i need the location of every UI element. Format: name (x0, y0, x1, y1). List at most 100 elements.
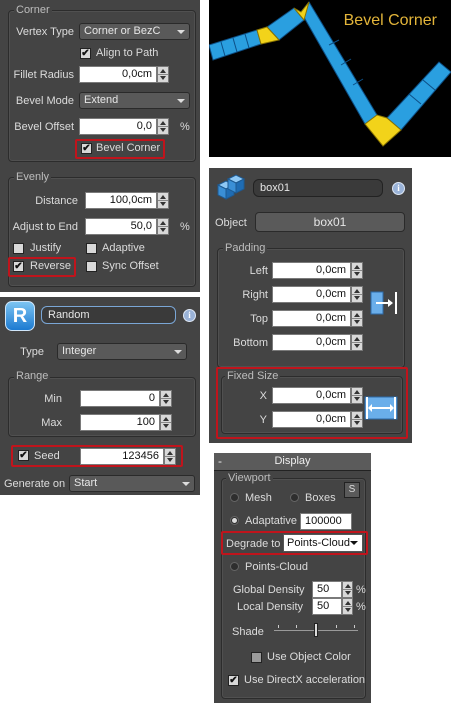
adaptative-radio[interactable] (230, 516, 239, 525)
use-object-color-label: Use Object Color (267, 651, 351, 663)
corner-panel: Corner Vertex Type Corner or BezC ✔ Alig… (0, 0, 200, 292)
x-label: X (259, 390, 267, 402)
right-spinner[interactable] (351, 286, 363, 303)
left-input[interactable]: 0,0cm (272, 262, 351, 279)
viewport-title: Bevel Corner (343, 12, 437, 29)
distance-input[interactable]: 100,0cm (85, 192, 157, 209)
points-cloud-radio[interactable] (230, 562, 239, 571)
shade-slider-thumb[interactable] (314, 623, 318, 637)
global-density-unit: % (356, 584, 366, 596)
seed-label: Seed (34, 450, 60, 462)
bottom-label: Bottom (233, 337, 268, 349)
degrade-select[interactable]: Points-Cloud (283, 534, 363, 552)
generate-on-select[interactable]: Start (69, 475, 195, 492)
random-name-field[interactable]: Random (41, 306, 176, 324)
padding-title: Padding (223, 242, 268, 254)
mesh-radio[interactable] (230, 493, 239, 502)
global-density-input[interactable]: 50 (312, 581, 342, 598)
bevel-offset-unit: % (180, 121, 190, 133)
chevron-down-icon (174, 350, 182, 354)
fixed-size-title: Fixed Size (225, 370, 281, 382)
bevel-offset-label: Bevel Offset (14, 121, 74, 133)
bevel-offset-input[interactable]: 0,0 (79, 118, 157, 135)
adjust-to-end-input[interactable]: 50,0 (85, 218, 157, 235)
seed-spinner[interactable] (164, 448, 176, 465)
x-spinner[interactable] (351, 387, 363, 404)
sync-offset-label: Sync Offset (102, 260, 159, 272)
generate-on-label: Generate on (4, 478, 66, 490)
fixed-size-icon[interactable] (364, 395, 398, 421)
left-spinner[interactable] (351, 262, 363, 279)
bottom-spinner[interactable] (351, 334, 363, 351)
adaptative-input[interactable]: 100000 (300, 513, 352, 530)
sync-offset-checkbox[interactable] (86, 261, 97, 272)
bevel-mode-select[interactable]: Extend (79, 92, 190, 109)
max-input[interactable]: 100 (80, 414, 160, 431)
reverse-checkbox[interactable]: ✔ (13, 261, 24, 272)
evenly-title: Evenly (14, 171, 52, 183)
right-input[interactable]: 0,0cm (272, 286, 351, 303)
bottom-input[interactable]: 0,0cm (272, 334, 351, 351)
viewport-preview: Bevel Corner (209, 0, 451, 157)
seed-checkbox[interactable]: ✔ (18, 450, 29, 461)
corner-title: Corner (14, 4, 52, 16)
use-directx-checkbox[interactable]: ✔ (228, 675, 239, 686)
bevel-corner-label: Bevel Corner (96, 142, 161, 154)
degrade-value: Points-Cloud (287, 537, 350, 549)
shade-slider-tick (336, 625, 337, 628)
max-label: Max (41, 417, 62, 429)
reverse-label: Reverse (30, 260, 71, 272)
display-rollout-header[interactable]: - Display (214, 453, 371, 471)
fillet-radius-spinner[interactable] (157, 66, 169, 83)
type-label: Type (20, 346, 44, 358)
info-icon[interactable]: i (392, 182, 405, 195)
x-input[interactable]: 0,0cm (272, 387, 351, 404)
shade-slider[interactable] (274, 621, 358, 639)
min-spinner[interactable] (160, 390, 172, 407)
align-to-path-checkbox[interactable]: ✔ (80, 48, 91, 59)
shade-slider-tick (296, 625, 297, 628)
box-name-field[interactable]: box01 (253, 179, 383, 197)
global-density-spinner[interactable] (342, 581, 353, 598)
display-title: Display (274, 455, 311, 467)
viewport-title-label: Viewport (226, 472, 273, 484)
y-input[interactable]: 0,0cm (272, 411, 351, 428)
adjust-to-end-label: Adjust to End (12, 221, 78, 233)
chevron-down-icon (182, 482, 190, 486)
local-density-spinner[interactable] (342, 598, 353, 615)
top-input[interactable]: 0,0cm (272, 310, 351, 327)
top-spinner[interactable] (351, 310, 363, 327)
local-density-input[interactable]: 50 (312, 598, 342, 615)
justify-checkbox[interactable] (13, 243, 24, 254)
fillet-radius-label: Fillet Radius (13, 69, 74, 81)
box-object-icon (214, 173, 246, 205)
s-button[interactable]: S (344, 482, 360, 498)
bevel-offset-spinner[interactable] (157, 118, 169, 135)
min-input[interactable]: 0 (80, 390, 160, 407)
adaptative-label: Adaptative (245, 515, 297, 527)
right-label: Right (242, 289, 268, 301)
bevel-corner-checkbox[interactable]: ✔ (81, 143, 92, 154)
degrade-label: Degrade to (226, 538, 281, 550)
min-label: Min (44, 393, 62, 405)
random-panel: R Random i Type Integer Range Min 0 Max … (0, 297, 200, 495)
boxes-radio[interactable] (290, 493, 299, 502)
seed-input[interactable]: 123456 (80, 448, 164, 465)
top-label: Top (250, 313, 268, 325)
box-panel: box01 i Object box01 Padding Left 0,0cm … (209, 168, 412, 443)
adjust-to-end-unit: % (180, 221, 190, 233)
vertex-type-select[interactable]: Corner or BezC (79, 23, 190, 40)
use-object-color-checkbox[interactable] (251, 652, 262, 663)
local-density-unit: % (356, 601, 366, 613)
adaptive-checkbox[interactable] (86, 243, 97, 254)
info-icon[interactable]: i (183, 309, 196, 322)
type-select[interactable]: Integer (57, 343, 187, 360)
fillet-radius-input[interactable]: 0,0cm (79, 66, 157, 83)
max-spinner[interactable] (160, 414, 172, 431)
object-pick-button[interactable]: box01 (255, 212, 405, 232)
adjust-to-end-spinner[interactable] (157, 218, 169, 235)
vertex-type-value: Corner or BezC (84, 25, 161, 37)
y-spinner[interactable] (351, 411, 363, 428)
padding-align-icon (370, 290, 400, 316)
distance-spinner[interactable] (157, 192, 169, 209)
